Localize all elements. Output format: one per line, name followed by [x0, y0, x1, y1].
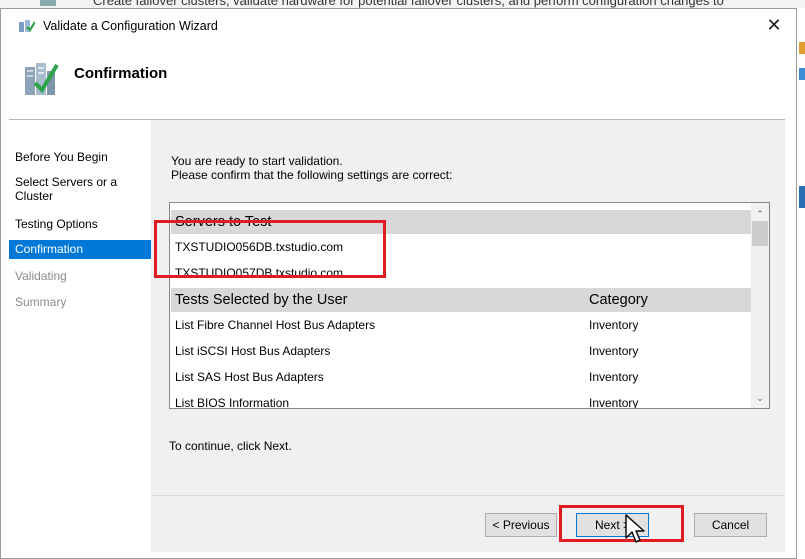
servers-group-header: Servers to Test: [171, 210, 751, 234]
cancel-button[interactable]: Cancel: [694, 513, 767, 537]
test-row[interactable]: List Fibre Channel Host Bus Adapters Inv…: [171, 312, 751, 338]
test-name: List Fibre Channel Host Bus Adapters: [175, 318, 376, 332]
server-name: TXSTUDIO057DB.txstudio.com: [175, 266, 344, 280]
validate-configuration-wizard-dialog: Validate a Configuration Wizard ✕ Confir…: [0, 8, 797, 559]
continue-instruction: To continue, click Next.: [169, 439, 292, 453]
intro-line-1: You are ready to start validation.: [171, 154, 343, 168]
tests-group-header: Tests Selected by the User Category: [171, 288, 751, 312]
validation-wizard-icon: [25, 63, 59, 95]
wizard-steps-sidebar: Before You Begin Select Servers or a Clu…: [9, 120, 151, 552]
intro-text: You are ready to start validation. Pleas…: [171, 154, 452, 182]
intro-line-2: Please confirm that the following settin…: [171, 168, 453, 182]
folder-icon: [799, 42, 805, 54]
server-name: TXSTUDIO056DB.txstudio.com: [175, 240, 344, 254]
category-header-label: Category: [589, 292, 648, 308]
servers-header-label: Servers to Test: [175, 214, 272, 230]
test-row[interactable]: List iSCSI Host Bus Adapters Inventory: [171, 338, 751, 364]
vertical-scrollbar[interactable]: ⌃ ⌄: [751, 203, 769, 408]
scroll-down-icon[interactable]: ⌄: [751, 389, 769, 407]
step-summary: Summary: [15, 295, 67, 309]
cluster-app-icon: [19, 20, 35, 32]
background-window-text: Create failover clusters, validate hardw…: [93, 0, 724, 8]
test-category: Inventory: [589, 396, 639, 409]
test-name: List BIOS Information: [175, 396, 290, 409]
panel-icon: [799, 186, 805, 208]
wizard-header: Confirmation: [1, 41, 796, 119]
test-category: Inventory: [589, 370, 639, 384]
settings-listbox[interactable]: Servers to Test TXSTUDIO056DB.txstudio.c…: [169, 202, 770, 409]
window-title: Validate a Configuration Wizard: [43, 19, 218, 33]
server-row[interactable]: TXSTUDIO057DB.txstudio.com: [171, 260, 751, 286]
test-row[interactable]: List SAS Host Bus Adapters Inventory: [171, 364, 751, 390]
test-name: List SAS Host Bus Adapters: [175, 370, 324, 384]
previous-button[interactable]: < Previous: [485, 513, 557, 537]
close-icon[interactable]: ✕: [754, 9, 794, 41]
step-before-you-begin[interactable]: Before You Begin: [9, 150, 151, 164]
background-app-icon: [40, 0, 56, 6]
titlebar: Validate a Configuration Wizard ✕: [1, 9, 796, 41]
page-heading: Confirmation: [74, 65, 168, 82]
step-confirmation[interactable]: Confirmation: [9, 240, 151, 259]
step-testing-options[interactable]: Testing Options: [9, 217, 151, 231]
background-window-edge: [797, 8, 805, 559]
wizard-content: You are ready to start validation. Pleas…: [151, 120, 785, 495]
step-select-servers[interactable]: Select Servers or a Cluster: [9, 175, 151, 203]
test-category: Inventory: [589, 344, 639, 358]
server-row[interactable]: TXSTUDIO056DB.txstudio.com: [171, 234, 751, 260]
step-validating: Validating: [15, 269, 67, 283]
test-category: Inventory: [589, 318, 639, 332]
tests-header-label: Tests Selected by the User: [175, 292, 348, 308]
test-row[interactable]: List BIOS Information Inventory: [171, 390, 751, 409]
wizard-footer: < Previous Next > Cancel: [151, 495, 785, 552]
server-icon: [799, 68, 805, 80]
background-window-strip: Create failover clusters, validate hardw…: [0, 0, 805, 8]
mouse-cursor-icon: [625, 514, 645, 543]
scroll-thumb[interactable]: [752, 221, 768, 246]
test-name: List iSCSI Host Bus Adapters: [175, 344, 331, 358]
